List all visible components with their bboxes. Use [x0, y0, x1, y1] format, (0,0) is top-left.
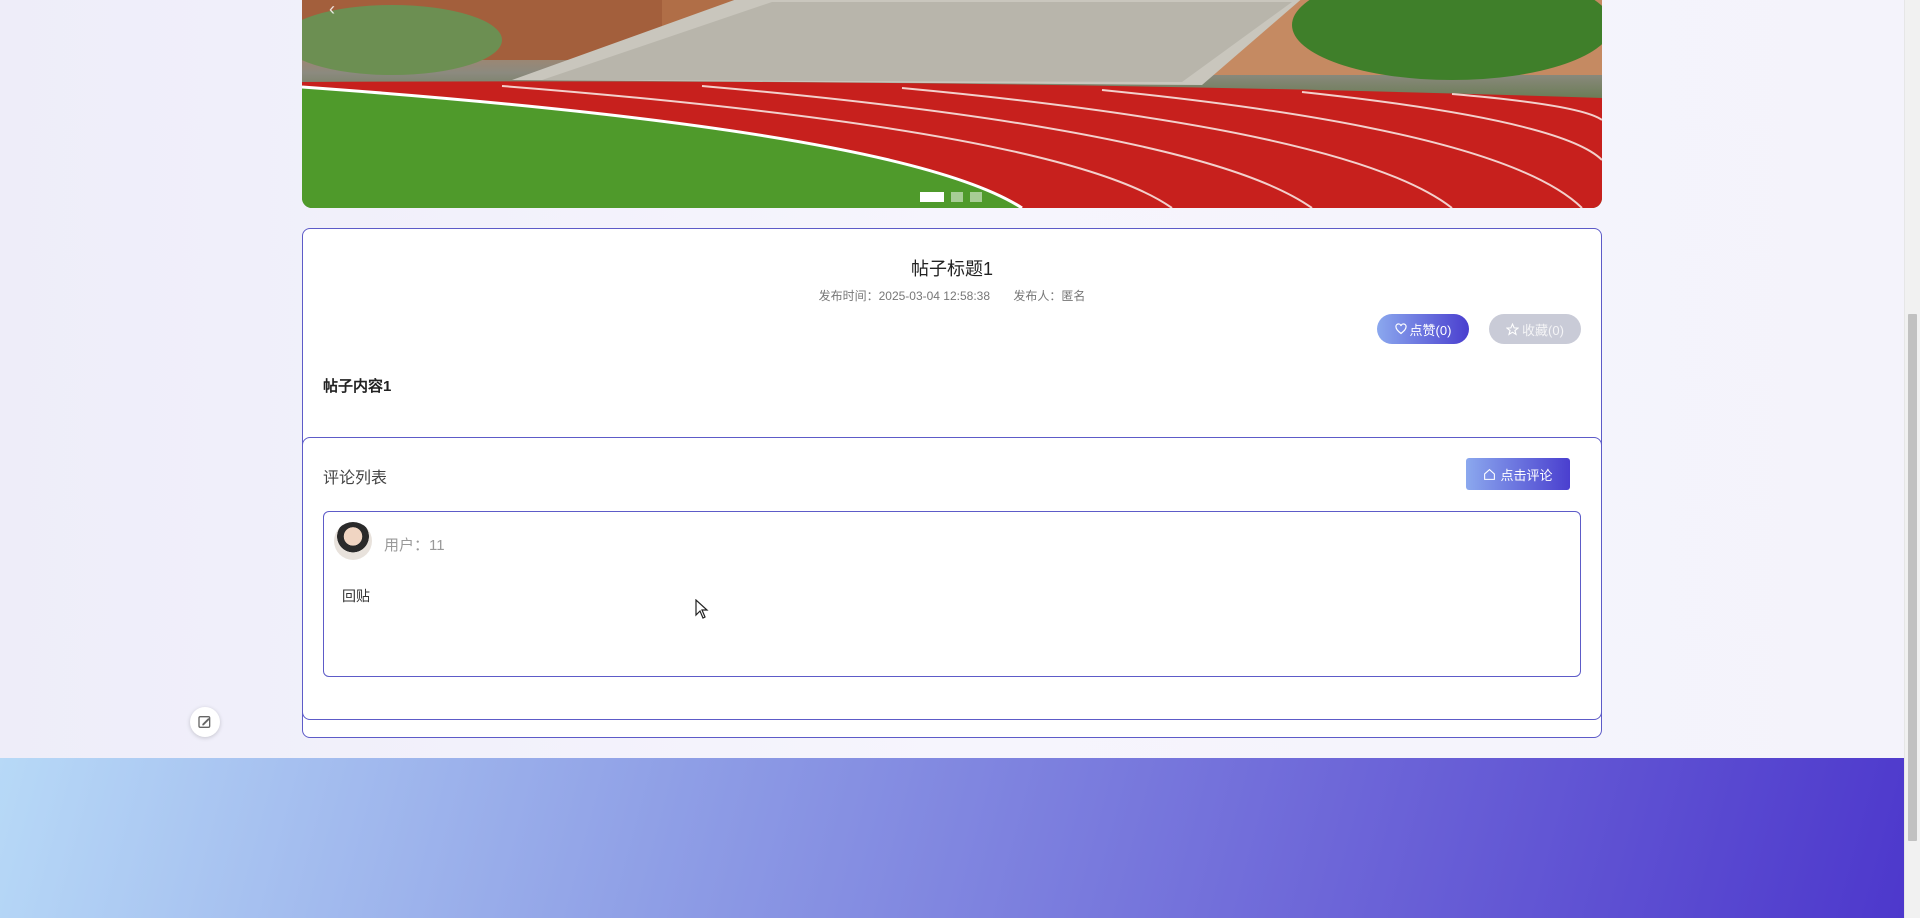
comment-item: 用户：11 回贴	[323, 511, 1581, 677]
carousel-dot-1[interactable]	[920, 192, 944, 202]
carousel-indicators	[920, 192, 982, 202]
post-meta: 发布时间：2025-03-04 12:58:38 发布人：匿名	[303, 287, 1601, 304]
chevron-left-icon[interactable]: ‹	[320, 0, 344, 20]
add-comment-button[interactable]: 点击评论	[1466, 458, 1570, 490]
comment-user: 用户：11	[384, 537, 445, 554]
heart-icon	[1394, 323, 1407, 335]
carousel-dot-3[interactable]	[970, 192, 982, 202]
like-label: 点赞(0)	[1409, 322, 1452, 338]
banner-image	[302, 0, 1602, 208]
post-card: 帖子标题1 发布时间：2025-03-04 12:58:38 发布人：匿名 点赞…	[302, 228, 1602, 738]
banner-carousel[interactable]: ‹	[302, 0, 1602, 208]
post-title: 帖子标题1	[910, 259, 993, 279]
comment-text: 回贴	[342, 588, 370, 604]
post-content: 帖子内容1	[323, 378, 392, 395]
edit-icon	[198, 716, 211, 728]
page-scrollbar[interactable]	[1904, 0, 1920, 918]
home-icon	[1484, 468, 1496, 480]
comments-title: 评论列表	[323, 470, 388, 487]
favorite-label: 收藏(0)	[1522, 322, 1564, 338]
like-button[interactable]: 点赞(0)	[1377, 314, 1469, 344]
mouse-cursor	[695, 599, 709, 619]
comments-section: 评论列表 点击评论 用户：11 回贴	[302, 437, 1602, 720]
footer	[0, 758, 1904, 918]
favorite-button[interactable]: 收藏(0)	[1489, 314, 1581, 344]
avatar	[334, 522, 372, 560]
scrollbar-thumb[interactable]	[1908, 314, 1917, 841]
publish-time: 发布时间：2025-03-04 12:58:38	[818, 289, 991, 303]
add-comment-label: 点击评论	[1500, 467, 1553, 483]
publisher: 发布人：匿名	[1013, 289, 1086, 303]
edit-float-button[interactable]	[190, 707, 220, 737]
star-icon	[1506, 322, 1520, 336]
carousel-dot-2[interactable]	[951, 192, 963, 202]
